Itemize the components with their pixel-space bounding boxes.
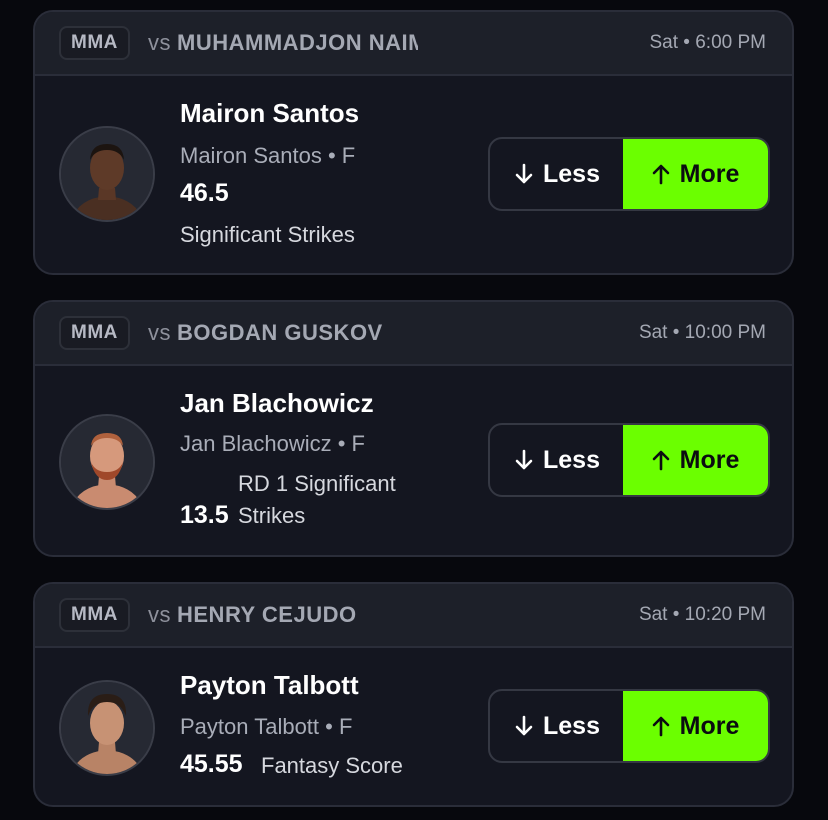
more-label: More [679, 159, 740, 188]
card-header: MMA vs HENRY CEJUDO Sat • 10:20 PM [35, 584, 792, 648]
more-label: More [679, 445, 740, 474]
player-avatar[interactable] [59, 414, 155, 510]
card-header: MMA vsMUHAMMADJON NAIMOV Sat • 6:00 PM [35, 12, 792, 76]
projection-line: 45.55 [180, 750, 243, 778]
player-name: Mairon Santos [180, 98, 360, 128]
vs-prefix: vs [148, 320, 171, 345]
stat-type: Fantasy Score [261, 753, 403, 778]
sport-badge: MMA [59, 26, 130, 60]
arrow-down-icon [515, 163, 533, 185]
matchup-label: vsMUHAMMADJON NAIMOV [148, 28, 418, 58]
projection-line: 13.5 [180, 501, 229, 529]
player-team-position: Payton Talbott • F [180, 714, 353, 739]
vs-prefix: vs [148, 602, 171, 627]
card-header: MMA vs BOGDAN GUSKOV Sat • 10:00 PM [35, 302, 792, 366]
arrow-up-icon [652, 449, 670, 471]
pick-toggle: Less More [488, 423, 770, 497]
stat-type-line2: Strikes [238, 503, 306, 528]
projection-card: MMA vs HENRY CEJUDO Sat • 10:20 PM Payton… [33, 582, 794, 807]
player-avatar[interactable] [59, 126, 155, 222]
less-label: Less [543, 711, 600, 740]
more-button[interactable]: More [623, 691, 768, 761]
opponent-name: BOGDAN GUSKOV [177, 320, 383, 345]
projection-card: MMA vs BOGDAN GUSKOV Sat • 10:00 PM Jan B… [33, 300, 794, 557]
stat-type: Significant Strikes [180, 222, 355, 247]
player-team-position: Mairon Santos • F [180, 143, 356, 168]
less-label: Less [543, 159, 600, 188]
more-button[interactable]: More [623, 139, 768, 209]
less-button[interactable]: Less [490, 691, 625, 761]
less-button[interactable]: Less [490, 139, 625, 209]
stat-type-line1: RD 1 Significant [238, 471, 396, 496]
player-team-position: Jan Blachowicz • F [180, 431, 365, 456]
arrow-up-icon [652, 163, 670, 185]
pick-toggle: Less More [488, 137, 770, 211]
opponent-name: HENRY CEJUDO [177, 602, 357, 627]
less-button[interactable]: Less [490, 425, 625, 495]
player-name: Jan Blachowicz [180, 388, 374, 418]
pick-toggle: Less More [488, 689, 770, 763]
projection-card: MMA vsMUHAMMADJON NAIMOV Sat • 6:00 PM M… [33, 10, 794, 275]
matchup-label: vs BOGDAN GUSKOV [148, 318, 418, 348]
game-time: Sat • 6:00 PM [649, 32, 767, 53]
arrow-up-icon [652, 715, 670, 737]
opponent-name: MUHAMMADJON NAIMOV [177, 30, 418, 55]
game-time: Sat • 10:00 PM [638, 322, 766, 343]
player-avatar[interactable] [59, 680, 155, 776]
arrow-down-icon [515, 449, 533, 471]
more-label: More [679, 711, 740, 740]
vs-prefix: vs [148, 30, 171, 55]
sport-badge: MMA [59, 598, 130, 632]
matchup-label: vs HENRY CEJUDO [148, 600, 418, 630]
more-button[interactable]: More [623, 425, 768, 495]
player-name: Payton Talbott [180, 670, 359, 700]
game-time: Sat • 10:20 PM [638, 604, 766, 625]
less-label: Less [543, 445, 600, 474]
arrow-down-icon [515, 715, 533, 737]
projection-line: 46.5 [180, 179, 229, 207]
sport-badge: MMA [59, 316, 130, 350]
